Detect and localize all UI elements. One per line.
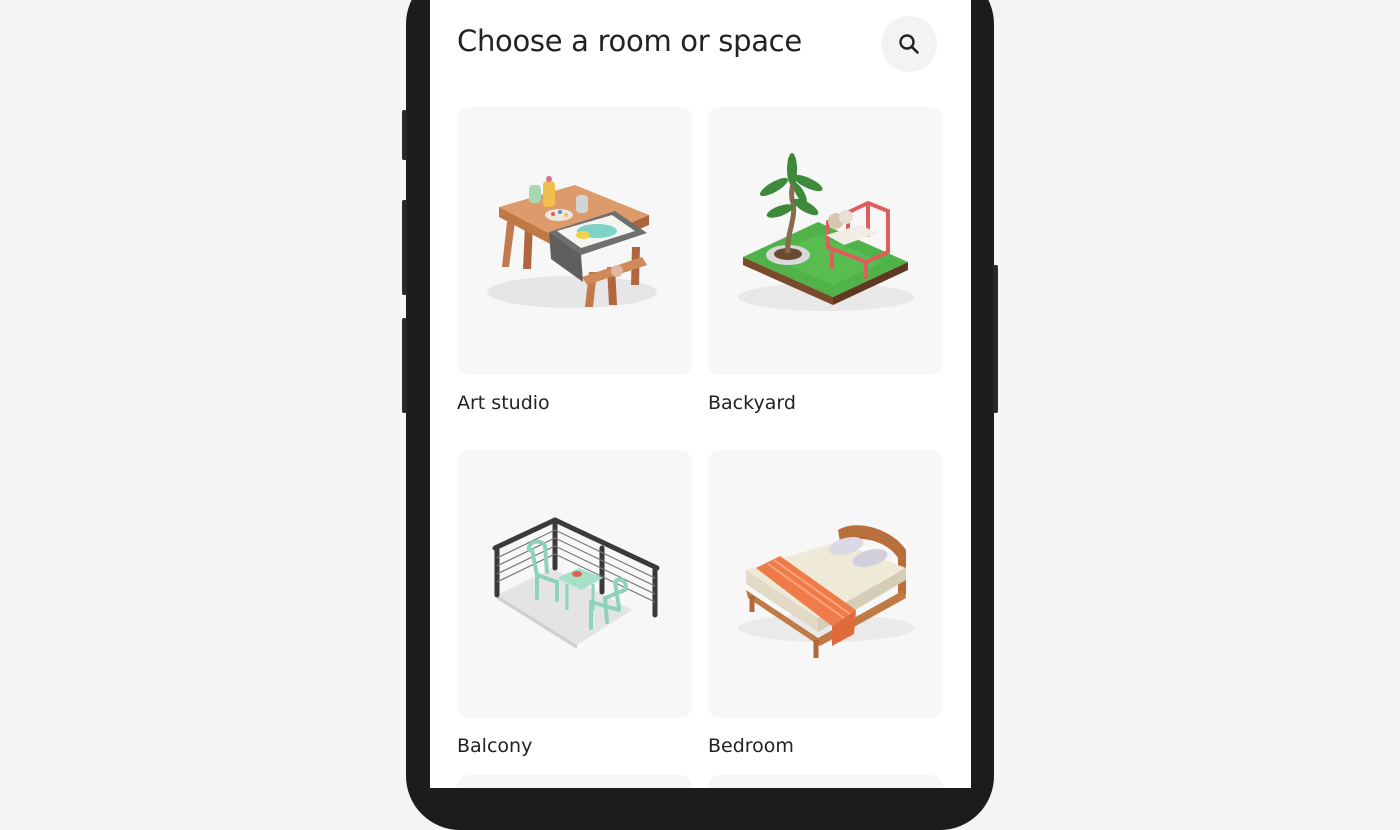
room-card-bedroom[interactable]: Bedroom [708,450,943,757]
room-card-backyard[interactable]: Backyard [708,107,943,414]
room-card-label: Art studio [457,392,550,414]
page-title: Choose a room or space [457,24,802,58]
app-screen: Choose a room or space Art studio Backya… [430,0,971,788]
room-card-image [708,450,943,718]
search-button[interactable] [881,16,937,72]
balcony-illustration [492,517,660,649]
room-card-balcony[interactable]: Balcony [457,450,692,757]
room-card-art-studio[interactable]: Art studio [457,107,692,414]
phone-power-button [993,265,998,413]
bedroom-illustration [738,525,914,658]
phone-volume-up-button [402,200,407,295]
room-card-image [457,450,692,718]
phone-side-button [402,110,407,160]
phone-volume-down-button [402,318,407,413]
art-studio-illustration [487,176,657,308]
room-card-label: Bedroom [708,735,794,757]
room-card-next-row [708,775,943,788]
search-icon [899,34,919,54]
room-card-image [708,107,943,375]
room-card-label: Balcony [457,735,533,757]
room-card-image [457,107,692,375]
room-card-label: Backyard [708,392,796,414]
room-card-next-row [457,775,692,788]
backyard-illustration [738,153,914,311]
